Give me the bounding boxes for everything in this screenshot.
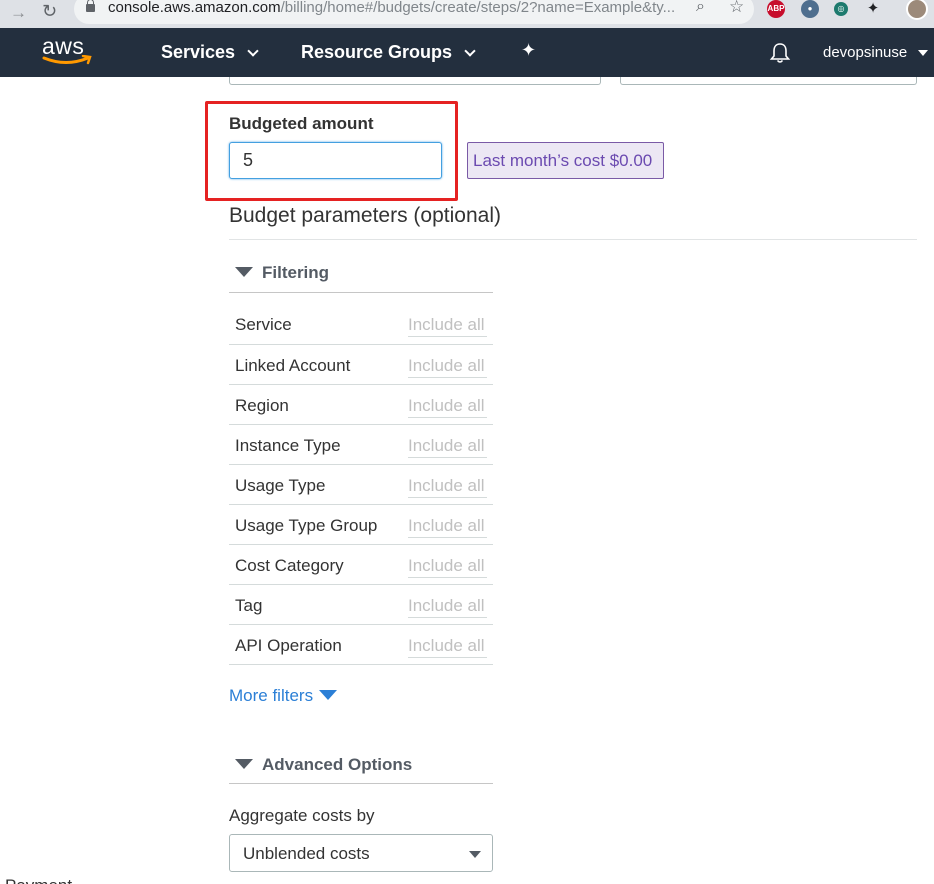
last-month-cost-badge: Last month’s cost $0.00 bbox=[467, 142, 664, 179]
extension-icon[interactable]: ✦ bbox=[864, 0, 882, 18]
aggregate-costs-value: Unblended costs bbox=[243, 844, 370, 863]
budget-parameters-title: Budget parameters (optional) bbox=[229, 204, 501, 227]
budget-name-field[interactable] bbox=[229, 77, 601, 85]
filtering-toggle[interactable]: Filtering bbox=[235, 263, 329, 283]
services-label: Services bbox=[161, 42, 236, 62]
filter-include-all-input[interactable]: Include all bbox=[408, 516, 487, 538]
filter-include-all-input[interactable]: Include all bbox=[408, 476, 487, 498]
filter-row-usage-type-group: Usage Type Group Include all bbox=[229, 505, 493, 545]
caret-down-icon bbox=[235, 267, 253, 277]
filter-include-all-input[interactable]: Include all bbox=[408, 396, 487, 418]
filter-row-instance-type: Instance Type Include all bbox=[229, 425, 493, 465]
chevron-down-icon bbox=[464, 45, 476, 57]
filter-label: API Operation bbox=[235, 636, 342, 655]
filter-row-linked-account: Linked Account Include all bbox=[229, 345, 493, 385]
aws-logo-text: aws bbox=[42, 33, 85, 59]
caret-down-icon bbox=[469, 851, 481, 858]
filter-row-tag: Tag Include all bbox=[229, 585, 493, 625]
filter-label: Instance Type bbox=[235, 436, 341, 455]
filter-row-region: Region Include all bbox=[229, 385, 493, 425]
resource-groups-label: Resource Groups bbox=[301, 42, 453, 62]
filtering-title: Filtering bbox=[262, 263, 330, 282]
filter-include-all-input[interactable]: Include all bbox=[408, 356, 487, 378]
forward-arrow-icon[interactable]: → bbox=[10, 3, 27, 23]
filter-label: Usage Type Group bbox=[235, 516, 378, 535]
zoom-icon[interactable]: ⌕ bbox=[696, 0, 705, 16]
chevron-down-icon bbox=[247, 45, 259, 57]
filter-include-all-input[interactable]: Include all bbox=[408, 436, 487, 458]
filter-label: Region bbox=[235, 396, 289, 415]
chevron-down-icon[interactable] bbox=[918, 50, 928, 56]
more-filters-link[interactable]: More filters bbox=[229, 686, 338, 706]
aggregate-costs-label: Aggregate costs by bbox=[229, 806, 375, 825]
address-bar[interactable]: console.aws.amazon.com/billing/home#/bud… bbox=[74, 0, 754, 24]
filter-include-all-input[interactable]: Include all bbox=[408, 636, 487, 658]
budgeted-amount-label: Budgeted amount bbox=[229, 114, 374, 133]
aws-smile-icon bbox=[42, 55, 92, 65]
lock-icon bbox=[86, 0, 95, 12]
filter-include-all-input[interactable]: Include all bbox=[408, 315, 487, 337]
bell-icon[interactable] bbox=[769, 42, 791, 64]
services-menu[interactable]: Services bbox=[161, 42, 259, 63]
adblock-extension-icon[interactable]: ABP bbox=[767, 0, 785, 18]
aws-logo[interactable]: aws bbox=[42, 33, 94, 68]
filter-row-api-operation: API Operation Include all bbox=[229, 625, 493, 665]
aggregate-costs-select[interactable]: Unblended costs bbox=[229, 834, 493, 872]
filter-label: Usage Type bbox=[235, 476, 326, 495]
filter-label: Service bbox=[235, 315, 292, 334]
filter-row-service: Service Include all bbox=[229, 304, 493, 345]
filter-row-usage-type: Usage Type Include all bbox=[229, 465, 493, 505]
extension-icon[interactable]: ● bbox=[801, 0, 819, 18]
budgeted-amount-input[interactable] bbox=[229, 142, 442, 179]
bookmark-star-icon[interactable]: ☆ bbox=[729, 0, 744, 17]
sidebar-item-payment[interactable]: Payment bbox=[5, 876, 72, 884]
account-menu[interactable]: devopsinuse bbox=[823, 44, 907, 61]
filter-list: Service Include all Linked Account Inclu… bbox=[229, 304, 493, 665]
more-filters-label: More filters bbox=[229, 686, 314, 705]
caret-down-icon bbox=[319, 690, 338, 700]
budget-period-field[interactable] bbox=[620, 77, 917, 85]
extension-icon[interactable]: ◎ bbox=[834, 2, 848, 16]
divider bbox=[229, 239, 917, 240]
resource-groups-menu[interactable]: Resource Groups bbox=[301, 42, 476, 63]
divider bbox=[229, 292, 493, 293]
caret-down-icon bbox=[235, 759, 253, 769]
advanced-options-toggle[interactable]: Advanced Options bbox=[235, 755, 412, 775]
reload-icon[interactable]: ↻ bbox=[42, 1, 57, 22]
filter-row-cost-category: Cost Category Include all bbox=[229, 545, 493, 585]
filter-include-all-input[interactable]: Include all bbox=[408, 596, 487, 618]
divider bbox=[229, 783, 493, 784]
profile-avatar[interactable] bbox=[906, 0, 928, 20]
url-text[interactable]: console.aws.amazon.com/billing/home#/bud… bbox=[108, 0, 688, 16]
filter-label: Tag bbox=[235, 596, 263, 615]
filter-include-all-input[interactable]: Include all bbox=[408, 556, 487, 578]
aws-navbar: aws Services Resource Groups ✦ devopsinu… bbox=[0, 28, 934, 77]
filter-label: Cost Category bbox=[235, 556, 344, 575]
pin-icon[interactable]: ✦ bbox=[521, 40, 536, 61]
advanced-options-title: Advanced Options bbox=[262, 755, 413, 774]
browser-toolbar: → ↻ console.aws.amazon.com/billing/home#… bbox=[0, 0, 934, 28]
filter-label: Linked Account bbox=[235, 356, 351, 375]
